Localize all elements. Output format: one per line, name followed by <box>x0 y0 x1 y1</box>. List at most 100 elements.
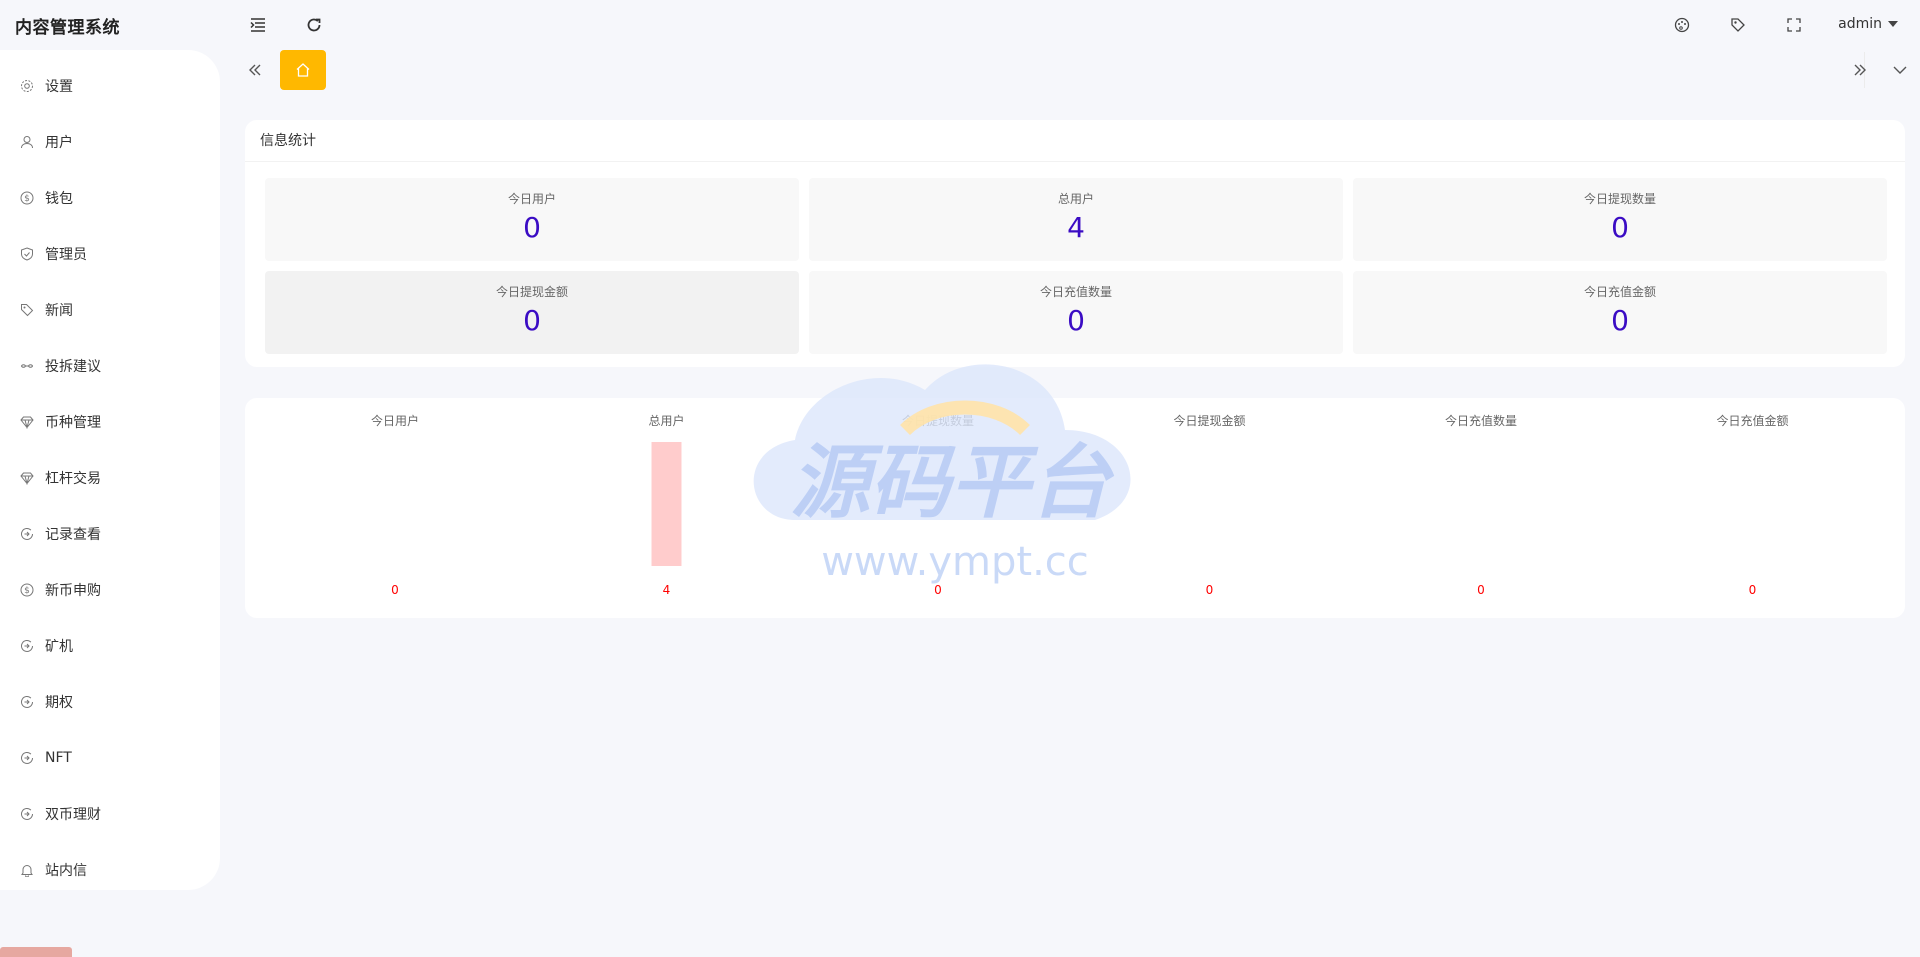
stats-title: 信息统计 <box>245 120 1905 162</box>
diamond-icon <box>20 415 34 429</box>
stats-card: 信息统计 今日用户 0 总用户 4 今日提现数量 0 今日提现金额 0 今日充值数量 0 今日充值金… <box>245 120 1905 367</box>
user-menu[interactable]: admin <box>1838 16 1898 32</box>
tabs-next-icon[interactable] <box>1840 50 1880 90</box>
sidebar-item-label: 杠杆交易 <box>45 471 101 487</box>
username: admin <box>1838 16 1882 32</box>
top-bar: 内容管理系统 admin <box>0 0 1920 50</box>
category-label: 总用户 <box>648 413 684 428</box>
sidebar-item-label: 币种管理 <box>45 415 101 431</box>
stat-value: 4 <box>1067 211 1085 244</box>
tabs-prev-icon[interactable] <box>235 50 275 90</box>
sidebar-item[interactable]: 新闻 <box>0 282 220 338</box>
stat-card: 今日用户 0 <box>265 178 799 261</box>
circle-icon <box>20 751 34 765</box>
category-label: 今日充值金额 <box>1716 413 1788 428</box>
category-label: 今日充值数量 <box>1445 413 1517 428</box>
sidebar-item[interactable]: 投拆建议 <box>0 338 220 394</box>
gear-icon <box>20 79 34 93</box>
corner-tag <box>0 947 72 957</box>
diamond-icon <box>20 471 34 485</box>
stat-label: 今日充值数量 <box>1039 285 1112 299</box>
stat-value: 0 <box>1067 304 1085 337</box>
stat-label: 今日用户 <box>507 192 556 206</box>
sidebar: 设置用户 $ 钱包管理员新闻投拆建议币种管理杠杆交易记录查看 $ 新币申购矿机期权 NFT… <box>0 50 220 890</box>
sidebar-item-label: NFT <box>45 750 72 766</box>
stats-grid: 今日用户 0 总用户 4 今日提现数量 0 今日提现金额 0 今日充值数量 0 今日充值金额 0 <box>265 178 1887 354</box>
category-label: 今日提现数量 <box>902 413 974 428</box>
stat-card: 今日提现数量 0 <box>1353 178 1887 261</box>
stat-label: 今日提现金额 <box>495 285 568 299</box>
stat-card: 总用户 4 <box>809 178 1343 261</box>
sidebar-item-label: 期权 <box>45 695 73 711</box>
stat-card: 今日充值金额 0 <box>1353 271 1887 354</box>
tabs-dropdown-icon[interactable] <box>1880 50 1920 90</box>
shield-icon <box>20 247 34 261</box>
refresh-icon[interactable] <box>303 14 325 36</box>
bar-value-label: 0 <box>1477 583 1485 597</box>
user-icon <box>20 135 34 149</box>
sidebar-item[interactable]: 记录查看 <box>0 506 220 562</box>
sidebar-item-label: 新闻 <box>45 303 73 319</box>
stat-card: 今日提现金额 0 <box>265 271 799 354</box>
fullscreen-icon[interactable] <box>1783 14 1805 36</box>
sidebar-item-label: 用户 <box>45 135 73 151</box>
tabs-bar <box>235 50 1920 90</box>
stat-value: 0 <box>1611 304 1629 337</box>
sidebar-item[interactable]: 管理员 <box>0 226 220 282</box>
bar-chart: 今日用户 0 总用户 4 今日提现数量 0 今日提现金额 0 今日充值数量 0 今日充值金额 0 <box>371 413 1789 597</box>
app-title: 内容管理系统 <box>15 18 120 38</box>
sidebar-item[interactable]: $ 钱包 <box>0 170 220 226</box>
stat-label: 今日充值金额 <box>1583 285 1656 299</box>
sidebar-item[interactable]: 设置 <box>0 58 220 114</box>
stat-label: 今日提现数量 <box>1583 192 1656 206</box>
sidebar-item[interactable]: 矿机 <box>0 618 220 674</box>
tag-icon[interactable] <box>1727 14 1749 36</box>
sidebar-item-label: 矿机 <box>45 639 73 655</box>
sidebar-item[interactable]: 站内信 <box>0 842 220 898</box>
category-label: 今日提现金额 <box>1173 413 1245 428</box>
bar-value-label: 0 <box>1749 583 1757 597</box>
bar-value-label: 0 <box>934 583 942 597</box>
caret-down-icon <box>1888 21 1898 27</box>
tag-icon <box>20 303 34 317</box>
sidebar-item[interactable]: 期权 <box>0 674 220 730</box>
sidebar-item[interactable]: $ 新币申购 <box>0 562 220 618</box>
menu-fold-icon[interactable] <box>247 14 269 36</box>
sidebar-item-label: 双币理财 <box>45 807 101 823</box>
svg-text:$: $ <box>24 194 30 204</box>
sidebar-item[interactable]: 杠杆交易 <box>0 450 220 506</box>
sidebar-item[interactable]: 双币理财 <box>0 786 220 842</box>
stat-value: 0 <box>523 211 541 244</box>
sidebar-item-label: 记录查看 <box>45 527 101 543</box>
stat-label: 总用户 <box>1057 192 1094 206</box>
svg-text:$: $ <box>24 586 30 596</box>
dollar-icon: $ <box>20 191 34 205</box>
home-icon <box>296 63 310 77</box>
circle-icon <box>20 695 34 709</box>
bell-icon <box>20 863 34 877</box>
stat-card: 今日充值数量 0 <box>809 271 1343 354</box>
stat-value: 0 <box>523 304 541 337</box>
circle-icon <box>20 807 34 821</box>
circle-icon <box>20 527 34 541</box>
link-icon <box>20 359 34 373</box>
category-label: 今日用户 <box>371 413 419 428</box>
theme-icon[interactable] <box>1671 14 1693 36</box>
chart-card: 今日用户 0 总用户 4 今日提现数量 0 今日提现金额 0 今日充值数量 0 今日充值金额 0 <box>245 398 1905 618</box>
stat-value: 0 <box>1611 211 1629 244</box>
sidebar-item-label: 投拆建议 <box>45 359 101 375</box>
sidebar-item[interactable]: NFT <box>0 730 220 786</box>
bar-value-label: 0 <box>391 583 399 597</box>
sidebar-item-label: 站内信 <box>45 863 87 879</box>
bar <box>651 442 682 566</box>
sidebar-item-label: 钱包 <box>45 191 73 207</box>
dollar-icon: $ <box>20 583 34 597</box>
sidebar-item[interactable]: 币种管理 <box>0 394 220 450</box>
sidebar-item-label: 新币申购 <box>45 583 101 599</box>
circle-icon <box>20 639 34 653</box>
bar-value-label: 0 <box>1206 583 1214 597</box>
home-tab[interactable] <box>280 50 326 90</box>
bar-value-label: 4 <box>663 583 671 597</box>
sidebar-item[interactable]: 用户 <box>0 114 220 170</box>
sidebar-item-label: 设置 <box>45 79 73 95</box>
